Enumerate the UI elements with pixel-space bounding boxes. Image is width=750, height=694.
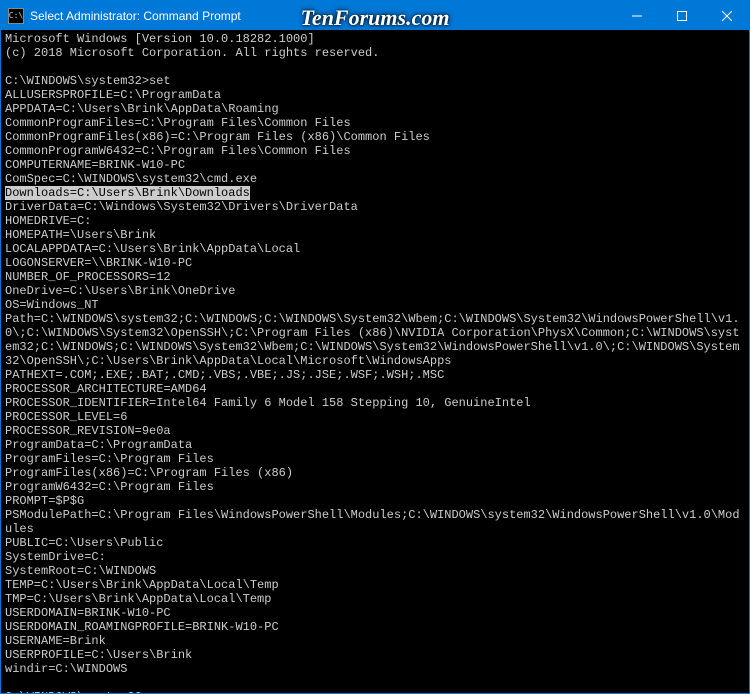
- env-line: ProgramFiles=C:\Program Files: [5, 452, 214, 466]
- minimize-icon: [632, 11, 642, 21]
- env-line: HOMEDRIVE=C:: [5, 214, 91, 228]
- env-line: CommonProgramW6432=C:\Program Files\Comm…: [5, 144, 351, 158]
- cmd-icon: C:\: [8, 8, 24, 24]
- env-line: USERDOMAIN=BRINK-W10-PC: [5, 606, 171, 620]
- env-line: PROCESSOR_REVISION=9e0a: [5, 424, 171, 438]
- env-line: NUMBER_OF_PROCESSORS=12: [5, 270, 171, 284]
- terminal-output[interactable]: Microsoft Windows [Version 10.0.18282.10…: [1, 30, 749, 693]
- env-line: PUBLIC=C:\Users\Public: [5, 536, 163, 550]
- env-line: USERDOMAIN_ROAMINGPROFILE=BRINK-W10-PC: [5, 620, 279, 634]
- env-line: PROCESSOR_LEVEL=6: [5, 410, 127, 424]
- env-line: HOMEPATH=\Users\Brink: [5, 228, 156, 242]
- env-line: SystemRoot=C:\WINDOWS: [5, 564, 156, 578]
- env-line: PSModulePath=C:\Program Files\WindowsPow…: [5, 508, 740, 536]
- env-line: USERNAME=Brink: [5, 634, 106, 648]
- minimize-button[interactable]: [614, 1, 659, 30]
- env-line: COMPUTERNAME=BRINK-W10-PC: [5, 158, 185, 172]
- env-line: CommonProgramFiles=C:\Program Files\Comm…: [5, 116, 351, 130]
- env-line: OS=Windows_NT: [5, 298, 99, 312]
- terminal-header-line: Microsoft Windows [Version 10.0.18282.10…: [5, 32, 315, 46]
- env-line: ProgramFiles(x86)=C:\Program Files (x86): [5, 466, 293, 480]
- env-line: PROCESSOR_IDENTIFIER=Intel64 Family 6 Mo…: [5, 396, 531, 410]
- env-line: DriverData=C:\Windows\System32\Drivers\D…: [5, 200, 358, 214]
- terminal-prompt: C:\WINDOWS\system32>: [5, 74, 149, 88]
- close-button[interactable]: [704, 1, 749, 30]
- env-line: ComSpec=C:\WINDOWS\system32\cmd.exe: [5, 172, 257, 186]
- env-line: PATHEXT=.COM;.EXE;.BAT;.CMD;.VBS;.VBE;.J…: [5, 368, 444, 382]
- env-line: LOGONSERVER=\\BRINK-W10-PC: [5, 256, 192, 270]
- window-title: Select Administrator: Command Prompt: [30, 9, 614, 23]
- terminal-header-line: (c) 2018 Microsoft Corporation. All righ…: [5, 46, 379, 60]
- env-line: ALLUSERSPROFILE=C:\ProgramData: [5, 88, 221, 102]
- env-line: PROMPT=$P$G: [5, 494, 84, 508]
- titlebar-buttons: [614, 1, 749, 30]
- env-line: CommonProgramFiles(x86)=C:\Program Files…: [5, 130, 430, 144]
- env-line: TMP=C:\Users\Brink\AppData\Local\Temp: [5, 592, 271, 606]
- env-line: ProgramW6432=C:\Program Files: [5, 480, 214, 494]
- env-line: LOCALAPPDATA=C:\Users\Brink\AppData\Loca…: [5, 242, 300, 256]
- env-line: PROCESSOR_ARCHITECTURE=AMD64: [5, 382, 207, 396]
- env-line: USERPROFILE=C:\Users\Brink: [5, 648, 192, 662]
- env-line-highlighted: Downloads=C:\Users\Brink\Downloads: [5, 186, 250, 200]
- command-prompt-window: C:\ Select Administrator: Command Prompt…: [0, 0, 750, 694]
- maximize-button[interactable]: [659, 1, 704, 30]
- env-line: windir=C:\WINDOWS: [5, 662, 127, 676]
- titlebar[interactable]: C:\ Select Administrator: Command Prompt: [1, 1, 749, 30]
- close-icon: [722, 11, 732, 21]
- env-line: OneDrive=C:\Users\Brink\OneDrive: [5, 284, 235, 298]
- env-line: SystemDrive=C:: [5, 550, 106, 564]
- env-line: TEMP=C:\Users\Brink\AppData\Local\Temp: [5, 578, 279, 592]
- maximize-icon: [677, 11, 687, 21]
- terminal-prompt: C:\WINDOWS\system32>: [5, 690, 149, 693]
- env-line: APPDATA=C:\Users\Brink\AppData\Roaming: [5, 102, 279, 116]
- terminal-command: set: [149, 74, 171, 88]
- env-line: Path=C:\WINDOWS\system32;C:\WINDOWS;C:\W…: [5, 312, 740, 368]
- env-line: ProgramData=C:\ProgramData: [5, 438, 192, 452]
